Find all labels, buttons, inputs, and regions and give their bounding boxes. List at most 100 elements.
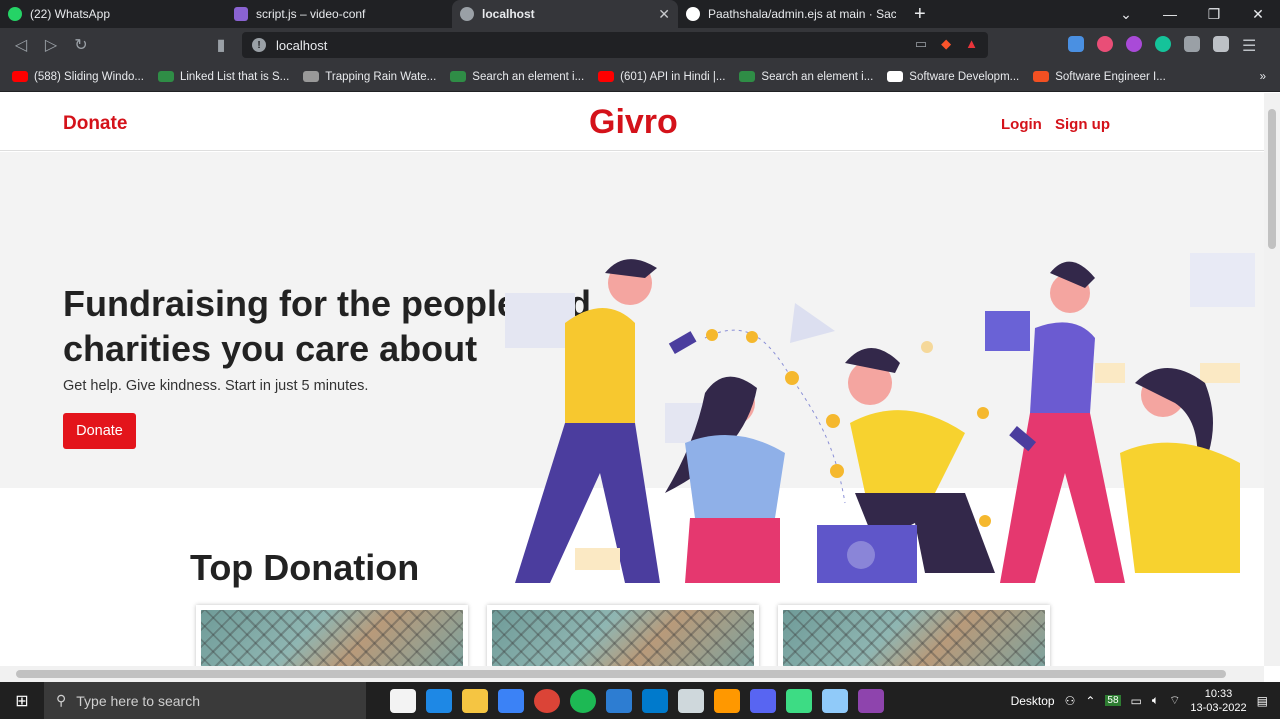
person-skirt bbox=[685, 518, 780, 583]
windows-start-icon[interactable]: ⊞ bbox=[0, 691, 44, 711]
store-icon[interactable] bbox=[498, 688, 524, 713]
address-text: localhost bbox=[276, 37, 328, 53]
decor-shape bbox=[505, 293, 575, 348]
battery-icon[interactable]: ▭ bbox=[1131, 694, 1142, 708]
remote-desktop-icon[interactable] bbox=[678, 688, 704, 713]
close-tab-icon[interactable]: ✕ bbox=[658, 6, 670, 23]
scrollbar-thumb[interactable] bbox=[16, 670, 1226, 678]
nav-donate-link[interactable]: Donate bbox=[63, 113, 127, 135]
spotify-icon[interactable] bbox=[570, 688, 596, 713]
person-shirt bbox=[565, 308, 635, 423]
coin bbox=[977, 407, 989, 419]
chevron-up-icon[interactable]: ⌃ bbox=[1085, 694, 1095, 708]
clock-time: 10:33 bbox=[1204, 687, 1233, 700]
volume-icon[interactable]: 🔈︎ bbox=[1152, 693, 1159, 708]
address-bar[interactable]: ! localhost ▭ ◆ ▲ bbox=[242, 32, 988, 58]
bookmark-icon[interactable]: ▮ bbox=[206, 35, 236, 55]
chrome-icon[interactable] bbox=[534, 688, 560, 713]
bookmark-item[interactable]: Trapping Rain Wate... bbox=[303, 71, 436, 83]
gfg-icon bbox=[157, 71, 174, 82]
decor-banknote bbox=[1200, 363, 1240, 383]
brand-logo[interactable]: Givro bbox=[589, 103, 678, 142]
scrollbar-thumb[interactable] bbox=[1268, 109, 1276, 249]
grammarly-icon[interactable] bbox=[1155, 36, 1171, 52]
donation-card[interactable] bbox=[196, 605, 468, 666]
tray-badge[interactable]: 58 bbox=[1105, 695, 1121, 706]
person-shirt bbox=[1120, 442, 1240, 573]
notifications-icon[interactable]: ▤ bbox=[1257, 694, 1268, 708]
bookmark-label: Trapping Rain Wate... bbox=[325, 70, 437, 83]
tab-script[interactable]: script.js – video-conf bbox=[226, 0, 452, 28]
extension-icon[interactable] bbox=[1126, 36, 1142, 52]
gift-box bbox=[985, 311, 1030, 351]
tab-whatsapp[interactable]: (22) WhatsApp bbox=[0, 0, 226, 28]
td-icon bbox=[303, 71, 320, 82]
wifi-icon[interactable]: ⌔ bbox=[1169, 693, 1180, 708]
close-window-icon[interactable]: ✕ bbox=[1236, 6, 1280, 23]
hero-illustration bbox=[505, 253, 1255, 583]
tab-github[interactable]: Paathshala/admin.ejs at main · Sachin bbox=[678, 0, 904, 28]
hero-donate-button[interactable]: Donate bbox=[63, 413, 136, 449]
minimize-icon[interactable]: — bbox=[1148, 6, 1192, 22]
extension-icon[interactable] bbox=[1097, 36, 1113, 52]
donation-box-emblem bbox=[847, 541, 875, 569]
tab-title: localhost bbox=[482, 7, 535, 21]
login-link[interactable]: Login bbox=[1001, 116, 1042, 133]
reload-icon[interactable]: ↻ bbox=[66, 35, 96, 55]
vertical-scrollbar[interactable] bbox=[1264, 93, 1280, 666]
mail-icon[interactable] bbox=[426, 688, 452, 713]
forward-icon[interactable]: ▷ bbox=[36, 35, 66, 55]
donation-card[interactable] bbox=[778, 605, 1050, 666]
bookmark-item[interactable]: Software Developm... bbox=[887, 71, 1019, 83]
brave-shield-icon[interactable]: ◆ bbox=[941, 36, 951, 52]
decor-banknote bbox=[575, 548, 620, 570]
youtube-icon bbox=[12, 71, 28, 82]
tab-localhost[interactable]: localhost ✕ bbox=[452, 0, 678, 28]
coin bbox=[706, 329, 718, 341]
virtualbox-icon[interactable] bbox=[822, 688, 848, 713]
clock[interactable]: 10:33 13-03-2022 bbox=[1190, 687, 1246, 715]
bookmark-item[interactable]: Search an element i... bbox=[450, 71, 584, 83]
bookmark-item[interactable]: Software Engineer I... bbox=[1033, 71, 1166, 83]
reader-mode-icon[interactable]: ▭ bbox=[915, 36, 927, 52]
bookmark-label: Software Developm... bbox=[909, 70, 1020, 83]
calculator-icon[interactable] bbox=[606, 688, 632, 713]
bookmark-label: (588) Sliding Windo... bbox=[34, 70, 144, 83]
puzzle-icon[interactable] bbox=[1184, 36, 1200, 52]
tab-search-icon[interactable]: ⌄ bbox=[1104, 6, 1148, 23]
horizontal-scrollbar[interactable] bbox=[0, 666, 1264, 682]
bookmark-item[interactable]: (588) Sliding Windo... bbox=[12, 71, 144, 83]
more-bookmarks-icon[interactable]: » bbox=[1260, 71, 1266, 83]
bookmark-item[interactable]: (601) API in Hindi |... bbox=[598, 71, 725, 83]
bookmark-item[interactable]: Search an element i... bbox=[739, 71, 873, 83]
donation-card-image bbox=[783, 610, 1045, 666]
file-explorer-icon[interactable] bbox=[462, 688, 488, 713]
discord-icon[interactable] bbox=[750, 688, 776, 713]
signup-link[interactable]: Sign up bbox=[1055, 116, 1110, 133]
rewards-icon[interactable]: ▲ bbox=[965, 36, 978, 52]
taskbar-apps bbox=[390, 688, 884, 713]
back-icon[interactable]: ◁ bbox=[6, 35, 36, 55]
people-icon[interactable]: ⚇ bbox=[1065, 694, 1076, 708]
coin bbox=[746, 331, 758, 343]
bookmark-label: Software Engineer I... bbox=[1055, 70, 1166, 83]
search-placeholder: Type here to search bbox=[76, 692, 201, 709]
vscode-icon[interactable] bbox=[642, 688, 668, 713]
menu-icon[interactable]: ☰ bbox=[1242, 36, 1258, 55]
donation-card[interactable] bbox=[487, 605, 759, 666]
donation-cards bbox=[196, 605, 1050, 666]
android-studio-icon[interactable] bbox=[786, 688, 812, 713]
taskbar-search[interactable]: ⚲ Type here to search bbox=[44, 682, 366, 719]
winrar-icon[interactable] bbox=[858, 688, 884, 713]
microsoft-icon bbox=[1033, 71, 1050, 82]
extension-icon[interactable] bbox=[1068, 36, 1084, 52]
notepad-icon[interactable] bbox=[390, 688, 416, 713]
info-icon[interactable]: ! bbox=[252, 38, 266, 52]
sublime-icon[interactable] bbox=[714, 688, 740, 713]
desktop-label[interactable]: Desktop bbox=[1011, 694, 1055, 708]
person-shirt bbox=[685, 435, 785, 518]
new-tab-button[interactable]: + bbox=[914, 3, 926, 26]
bookmark-item[interactable]: Linked List that is S... bbox=[157, 71, 289, 83]
wallet-icon[interactable] bbox=[1213, 36, 1229, 52]
maximize-icon[interactable]: ❐ bbox=[1192, 6, 1236, 23]
